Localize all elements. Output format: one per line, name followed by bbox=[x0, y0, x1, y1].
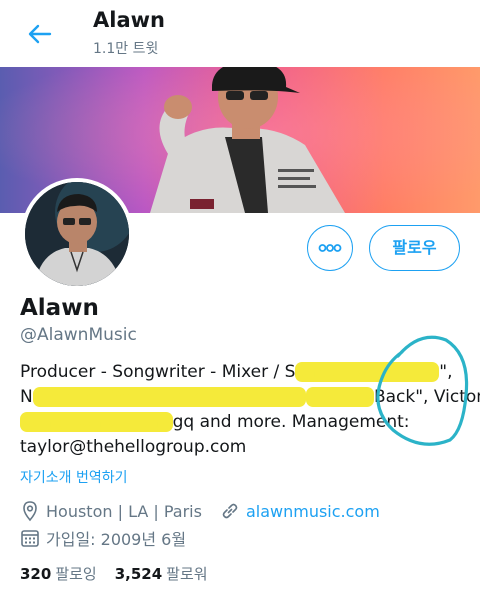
bio-text: ", bbox=[439, 362, 453, 382]
header-title: Alawn bbox=[93, 8, 165, 32]
bio-text: Producer - Songwriter - Mixer / S bbox=[20, 362, 296, 382]
arrow-left-icon bbox=[28, 24, 52, 44]
profile-joined-date: 가입일: 2009년 6월 bbox=[46, 530, 187, 549]
bio-email: taylor@thehellogroup.com bbox=[20, 437, 247, 457]
followers-label: 팔로워 bbox=[166, 565, 208, 583]
redacted-scribble: Kang Daniel, Jung bbox=[20, 412, 173, 432]
following-stat[interactable]: 320 팔로잉 bbox=[20, 563, 97, 584]
profile-website-link[interactable]: alawnmusic.com bbox=[246, 502, 380, 521]
bio-line-3: Kang Daniel, Junggq and more. Management… bbox=[20, 410, 470, 435]
bio-line-1: Producer - Songwriter - Mixer / Songs: "… bbox=[20, 360, 470, 385]
profile-avatar[interactable] bbox=[21, 178, 133, 290]
bio-line-4: taylor@thehellogroup.com bbox=[20, 435, 470, 460]
profile-name: Alawn bbox=[20, 295, 99, 321]
location-pin-icon bbox=[23, 501, 37, 522]
back-button[interactable] bbox=[20, 14, 60, 54]
redacted-scribble: ou Look bbox=[305, 387, 374, 407]
profile-joined-row: 가입일: 2009년 6월 bbox=[20, 526, 186, 550]
bio-text: N bbox=[20, 387, 33, 407]
following-count: 320 bbox=[20, 565, 52, 583]
link-icon bbox=[222, 503, 238, 519]
profile-stats: 320 팔로잉 3,524 팔로워 bbox=[20, 563, 208, 584]
tweet-count: 1.1만 트윗 bbox=[93, 41, 159, 57]
profile-header: Alawn 1.1만 트윗 bbox=[0, 0, 480, 66]
bio-text: gq and more. Management: bbox=[172, 412, 410, 432]
redacted-scribble: ongs: "Ugh", "06 bbox=[295, 362, 440, 382]
redacted-scribble: ever Let Go", "Dark Path", "Way bbox=[32, 387, 306, 407]
followers-count: 3,524 bbox=[114, 565, 163, 583]
profile-location: Houston | LA | Paris bbox=[46, 501, 202, 521]
bio-line-2: Never Let Go", "Dark Path", "Way ou LookB… bbox=[20, 385, 480, 410]
bio-text: Back", Victon, bbox=[373, 387, 480, 407]
more-options-button[interactable] bbox=[307, 225, 353, 271]
followers-stat[interactable]: 3,524 팔로워 bbox=[115, 563, 208, 584]
profile-handle: @AlawnMusic bbox=[20, 325, 137, 345]
profile-meta-row: Houston | LA | Paris alawnmusic.com bbox=[20, 500, 470, 524]
follow-button[interactable]: 팔로우 bbox=[369, 225, 460, 271]
translate-bio-link[interactable]: 자기소개 번역하기 bbox=[20, 467, 128, 487]
following-label: 팔로잉 bbox=[55, 565, 97, 583]
more-dots-icon bbox=[318, 243, 341, 252]
calendar-icon bbox=[21, 530, 39, 547]
profile-bio: Producer - Songwriter - Mixer / Songs: "… bbox=[20, 360, 480, 460]
